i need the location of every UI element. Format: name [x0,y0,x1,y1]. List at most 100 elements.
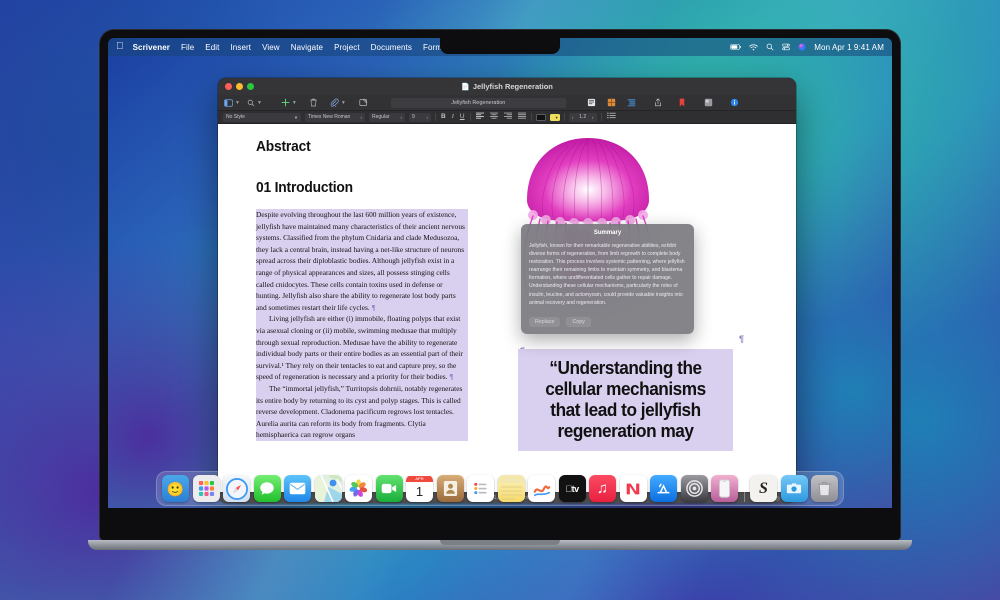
menu-item-view[interactable]: View [262,43,280,52]
line-spacing-select[interactable]: ↕ 1.2 ↕ [568,112,597,122]
pull-quote-block: “Understanding the cellular mechanisms t… [518,349,733,451]
summary-popover[interactable]: Summary Jellyfish, known for their remar… [521,224,694,334]
dock-item-freeform[interactable] [528,475,555,502]
heading-abstract: Abstract [256,138,311,155]
pilcrow-icon: ¶ [369,302,376,312]
dock-item-safari[interactable] [223,475,250,502]
dock-item-finder[interactable]: 🙂 [162,475,189,502]
menu-item-project[interactable]: Project [334,43,360,52]
share-icon[interactable] [654,98,662,107]
search-icon[interactable] [766,43,774,51]
bold-button[interactable]: B [440,113,447,121]
compose-icon[interactable] [359,98,368,107]
dock-item-reminders[interactable] [467,475,494,502]
menu-item-edit[interactable]: Edit [205,43,219,52]
menu-bar-clock[interactable]: Mon Apr 1 9:41 AM [814,43,884,52]
menu-item-file[interactable]: File [181,43,194,52]
menu-item-navigate[interactable]: Navigate [291,43,323,52]
comments-icon[interactable] [704,98,713,107]
font-size-value: 9 [412,114,415,120]
dock-item-calendar[interactable]: APR 1 [406,475,433,502]
apple-icon[interactable]:  [116,42,124,52]
dock-item-notes[interactable] [497,475,525,502]
add-icon[interactable] [281,98,290,107]
wifi-icon[interactable] [749,43,759,51]
trash-icon[interactable] [310,98,317,107]
menu-item-insert[interactable]: Insert [230,43,251,52]
laptop-notch-base [440,540,560,545]
dock-item-photos[interactable] [345,475,372,502]
siri-icon[interactable] [798,43,806,51]
inspector-info-icon[interactable] [730,98,739,107]
stepper-icon: ↕ [400,114,402,120]
copy-button[interactable]: Copy [566,316,591,327]
dock-item-mail[interactable] [284,475,311,502]
search-chevron-down-icon[interactable]: ▼ [257,100,262,106]
dock-item-messages[interactable] [253,475,281,502]
corkboard-view-icon[interactable] [607,98,616,107]
document-path-field[interactable]: Jellyfish Regeneration [390,97,566,108]
reminders-icon [474,482,487,495]
summary-body: Jellyfish, known for their remarkable re… [529,243,685,306]
mail-icon [289,482,306,495]
dock-item-apple-tv[interactable]: tv [558,475,586,502]
dock-item-app-store[interactable] [650,475,677,502]
dock-item-music[interactable]: ♫ [589,475,616,502]
dock-item-facetime[interactable] [375,475,403,502]
line-spacing-value: 1.2 [579,114,587,120]
contacts-icon [443,480,457,497]
news-icon [626,483,640,494]
bookmark-icon[interactable] [679,98,685,107]
dock-item-news[interactable] [619,475,647,502]
dock-item-trash[interactable] [811,475,838,502]
menu-app-name[interactable]: Scrivener [133,43,170,52]
font-size-field[interactable]: 9 ↕ [409,112,431,122]
heading-introduction: 01 Introduction [256,179,353,196]
align-justify-button[interactable] [517,112,527,122]
document-page: Abstract 01 Introduction Despite evolvin… [218,124,796,492]
document-editor[interactable]: Abstract 01 Introduction Despite evolvin… [218,124,796,492]
screen-bezel:  Scrivener File Edit Insert View Naviga… [100,30,900,540]
launchpad-icon [198,480,214,497]
dock: 🙂 APR 1 tv ♫ S [156,471,844,506]
dock-item-screenshots-folder[interactable] [780,475,808,502]
paragraph-style-select[interactable]: No Style ▼ [223,112,301,122]
control-center-icon[interactable] [782,43,791,51]
dock-item-scrivener[interactable]: S [750,475,777,502]
attach-icon[interactable] [330,98,339,107]
paragraph-1: Despite evolving throughout the last 600… [256,209,468,314]
add-chevron-down-icon[interactable]: ▼ [292,100,297,106]
highlight-color-swatch[interactable]: ▼ [549,113,560,121]
align-right-button[interactable] [503,112,513,122]
scrivener-icon: S [759,479,768,497]
menu-item-documents[interactable]: Documents [371,43,412,52]
dock-item-launchpad[interactable] [192,475,220,502]
window-title-text: Jellyfish Regeneration [472,82,553,91]
dock-item-iphone-mirroring[interactable] [711,475,738,502]
text-color-swatch[interactable] [535,113,546,121]
binder-view-icon[interactable] [587,98,596,107]
font-weight-select[interactable]: Regular ↕ [369,112,405,122]
sidebar-chevron-down-icon[interactable]: ▼ [235,100,240,106]
font-family-select[interactable]: Times New Roman ↕ [305,112,365,122]
underline-button[interactable]: U [459,113,466,121]
list-icon[interactable] [606,112,617,122]
italic-button[interactable]: I [451,113,455,121]
messages-icon [260,481,274,495]
dock-item-maps[interactable] [314,475,342,502]
align-center-button[interactable] [489,112,499,122]
replace-button[interactable]: Replace [529,316,561,327]
align-left-button[interactable] [475,112,485,122]
stepper-icon: ↕ [360,114,362,120]
dock-item-system-settings[interactable] [680,475,708,502]
outliner-view-icon[interactable] [627,98,636,107]
paragraph-3: The “immortal jellyfish,” Turritopsis do… [256,382,468,441]
battery-icon[interactable] [730,44,742,50]
stepper-icon: ↕ [426,114,428,120]
attach-chevron-down-icon[interactable]: ▼ [341,100,346,106]
sidebar-toggle-icon[interactable] [224,98,233,107]
dock-item-contacts[interactable] [436,475,464,502]
safari-icon [225,477,248,500]
summary-actions: Replace Copy [529,316,686,327]
search-icon[interactable] [247,99,255,107]
